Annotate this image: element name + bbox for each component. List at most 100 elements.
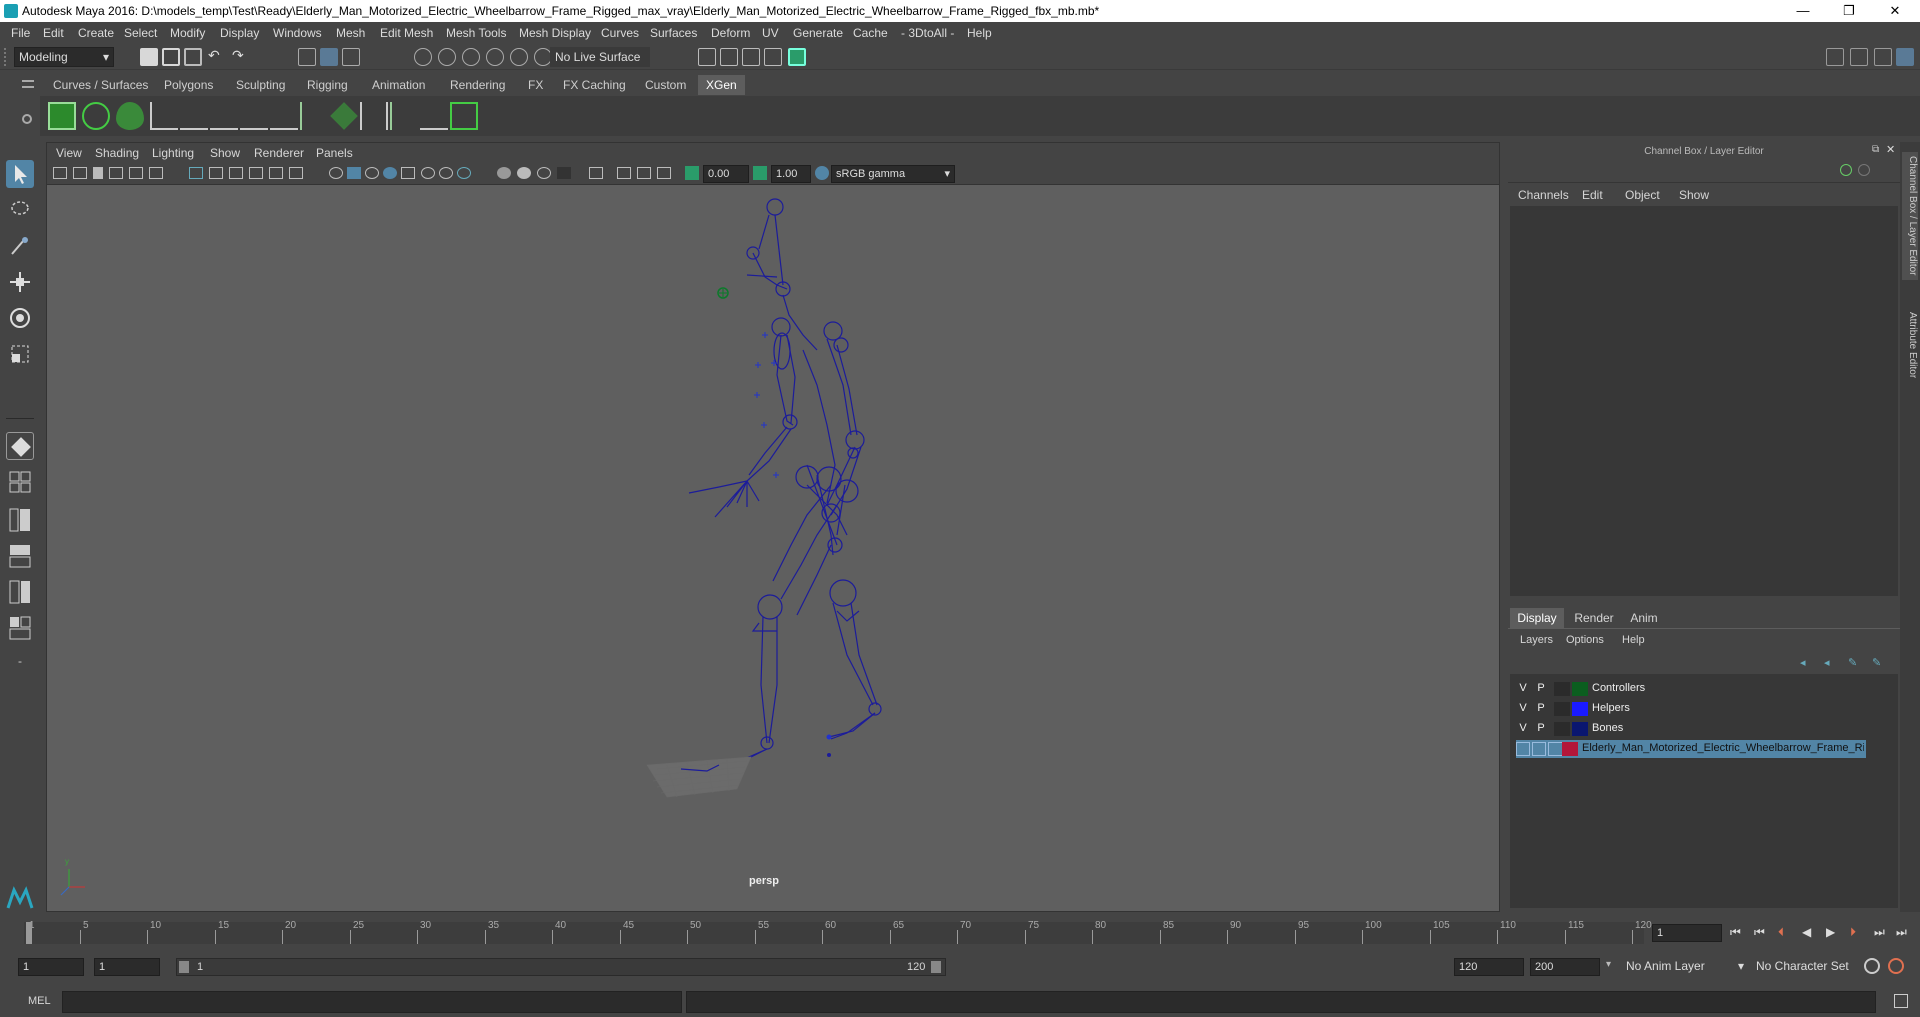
range-start-handle[interactable] [179, 961, 189, 973]
menu-modify[interactable]: Modify [170, 26, 205, 40]
tab-display[interactable]: Display [1510, 608, 1564, 628]
menu-deform[interactable]: Deform [711, 26, 750, 40]
wireframe-icon[interactable] [329, 167, 343, 179]
xgen-preview-icon[interactable] [82, 102, 110, 130]
menu-mesh[interactable]: Mesh [336, 26, 365, 40]
channel-box-toggle-icon[interactable] [1896, 48, 1914, 66]
time-slider-track[interactable]: 1510152025303540455055606570758085909510… [24, 920, 1652, 944]
layer-visibility-toggle[interactable]: V [1516, 702, 1530, 714]
layer-row-bones[interactable]: V P Bones [1516, 720, 1896, 738]
layer-color-swatch[interactable] [1562, 742, 1578, 756]
shelf-settings-icon[interactable] [22, 114, 32, 124]
menu-windows[interactable]: Windows [273, 26, 322, 40]
step-forward-key-icon[interactable]: ⏭ [1874, 925, 1885, 940]
xgen-guides-icon[interactable] [150, 102, 178, 130]
scale-tool-icon[interactable] [6, 340, 34, 368]
step-back-frame-icon[interactable]: ⏴ [1778, 925, 1784, 940]
select-component-icon[interactable] [342, 48, 360, 66]
snap-projected-center-icon[interactable] [486, 48, 504, 66]
layer-type-box[interactable] [1554, 682, 1570, 696]
undo-icon[interactable]: ↶ [208, 47, 220, 64]
shelf-menu-icon[interactable] [22, 80, 34, 88]
restore-button[interactable]: ❐ [1826, 0, 1872, 22]
menu-mesh-tools[interactable]: Mesh Tools [446, 26, 506, 40]
redo-icon[interactable]: ↷ [232, 47, 244, 64]
tab-xgen[interactable]: XGen [698, 75, 745, 95]
close-panel-icon[interactable]: ✕ [1886, 143, 1895, 156]
xgen-density-icon[interactable] [330, 102, 358, 130]
minimize-button[interactable]: — [1780, 0, 1826, 22]
perspective-viewport[interactable]: y persp [47, 185, 1499, 911]
resolution-gate-icon[interactable] [229, 167, 243, 179]
channel-menu-object[interactable]: Object [1625, 188, 1660, 202]
menu-display[interactable]: Display [220, 26, 259, 40]
motion-blur-icon[interactable] [497, 167, 511, 179]
tab-rigging[interactable]: Rigging [299, 75, 356, 95]
tab-fx[interactable]: FX [520, 75, 551, 95]
xgen-sculpt-guide-icon[interactable] [240, 102, 268, 130]
menu-file[interactable]: File [11, 26, 30, 40]
wireframe-on-shaded-icon[interactable] [383, 167, 397, 179]
exposure-field[interactable]: 0.00 [703, 165, 749, 183]
side-tab-attribute-editor[interactable]: Attribute Editor [1902, 312, 1918, 378]
exposure-icon[interactable] [685, 166, 699, 180]
animation-prefs-icon[interactable] [1888, 958, 1904, 974]
menu-curves[interactable]: Curves [601, 26, 639, 40]
layer-color-swatch[interactable] [1572, 722, 1588, 736]
modeling-toolkit-icon[interactable] [1826, 48, 1844, 66]
layer-row-helpers[interactable]: V P Helpers [1516, 700, 1896, 718]
grease-pencil-icon[interactable] [149, 167, 163, 179]
menu-create[interactable]: Create [78, 26, 114, 40]
step-forward-frame-icon[interactable]: ⏵ [1850, 925, 1856, 940]
viewport-menu-show[interactable]: Show [210, 146, 240, 160]
command-language-label[interactable]: MEL [28, 995, 51, 1007]
layer-menu-help[interactable]: Help [1622, 634, 1645, 646]
layer-type-box[interactable] [1554, 722, 1570, 736]
attribute-editor-toggle-icon[interactable] [1850, 48, 1868, 66]
layer-visibility-toggle[interactable]: V [1516, 722, 1530, 734]
four-view-layout-icon[interactable] [6, 470, 34, 494]
uv-editor-layout-icon[interactable] [6, 614, 34, 642]
character-set-dropdown[interactable]: No Character Set [1752, 957, 1864, 977]
menu-edit[interactable]: Edit [43, 26, 64, 40]
speed-icon[interactable] [1858, 164, 1870, 176]
save-scene-icon[interactable] [184, 48, 202, 66]
camera-attributes-icon[interactable] [73, 167, 87, 179]
viewport-menu-view[interactable]: View [56, 146, 82, 160]
menu-help[interactable]: Help [967, 26, 992, 40]
render-view-icon[interactable] [698, 48, 716, 66]
paint-select-icon[interactable] [6, 232, 34, 260]
snap-view-plane-icon[interactable] [510, 48, 528, 66]
more-layouts-icon[interactable]: - [6, 654, 34, 674]
range-end-handle[interactable] [931, 961, 941, 973]
tab-render[interactable]: Render [1568, 608, 1620, 628]
image-plane-icon[interactable] [109, 167, 123, 179]
multisample-icon[interactable] [517, 167, 531, 179]
tab-polygons[interactable]: Polygons [156, 75, 221, 95]
select-tool-icon[interactable] [6, 160, 34, 188]
layer-color-swatch[interactable] [1572, 702, 1588, 716]
viewport-menu-renderer[interactable]: Renderer [254, 146, 304, 160]
field-chart-icon[interactable] [269, 167, 283, 179]
viewport-menu-panels[interactable]: Panels [316, 146, 353, 160]
xgen-normalize-icon[interactable] [420, 102, 448, 130]
snap-grid-icon[interactable] [414, 48, 432, 66]
select-hierarchy-icon[interactable] [298, 48, 316, 66]
viewport-menu-shading[interactable]: Shading [95, 146, 139, 160]
side-tab-channel-box[interactable]: Channel Box / Layer Editor [1902, 152, 1918, 280]
menu-generate[interactable]: Generate [793, 26, 843, 40]
menu-uv[interactable]: UV [762, 26, 779, 40]
hypershade-layout-icon[interactable] [6, 578, 34, 606]
color-management-icon[interactable] [815, 166, 829, 180]
current-time-marker[interactable] [26, 922, 32, 944]
render-settings-icon[interactable] [764, 48, 782, 66]
tab-fx-caching[interactable]: FX Caching [555, 75, 634, 95]
mode-selector[interactable]: Modeling ▾ [14, 47, 114, 67]
current-frame-field[interactable]: 1 [1652, 924, 1722, 942]
scene-start-field[interactable]: 1 [18, 958, 84, 976]
new-layer-icon[interactable]: ✎ [1848, 656, 1857, 669]
depth-of-field-icon[interactable] [537, 167, 551, 179]
close-button[interactable]: ✕ [1872, 0, 1918, 22]
menu-select[interactable]: Select [124, 26, 157, 40]
outliner-persp-layout-icon[interactable] [6, 506, 34, 534]
